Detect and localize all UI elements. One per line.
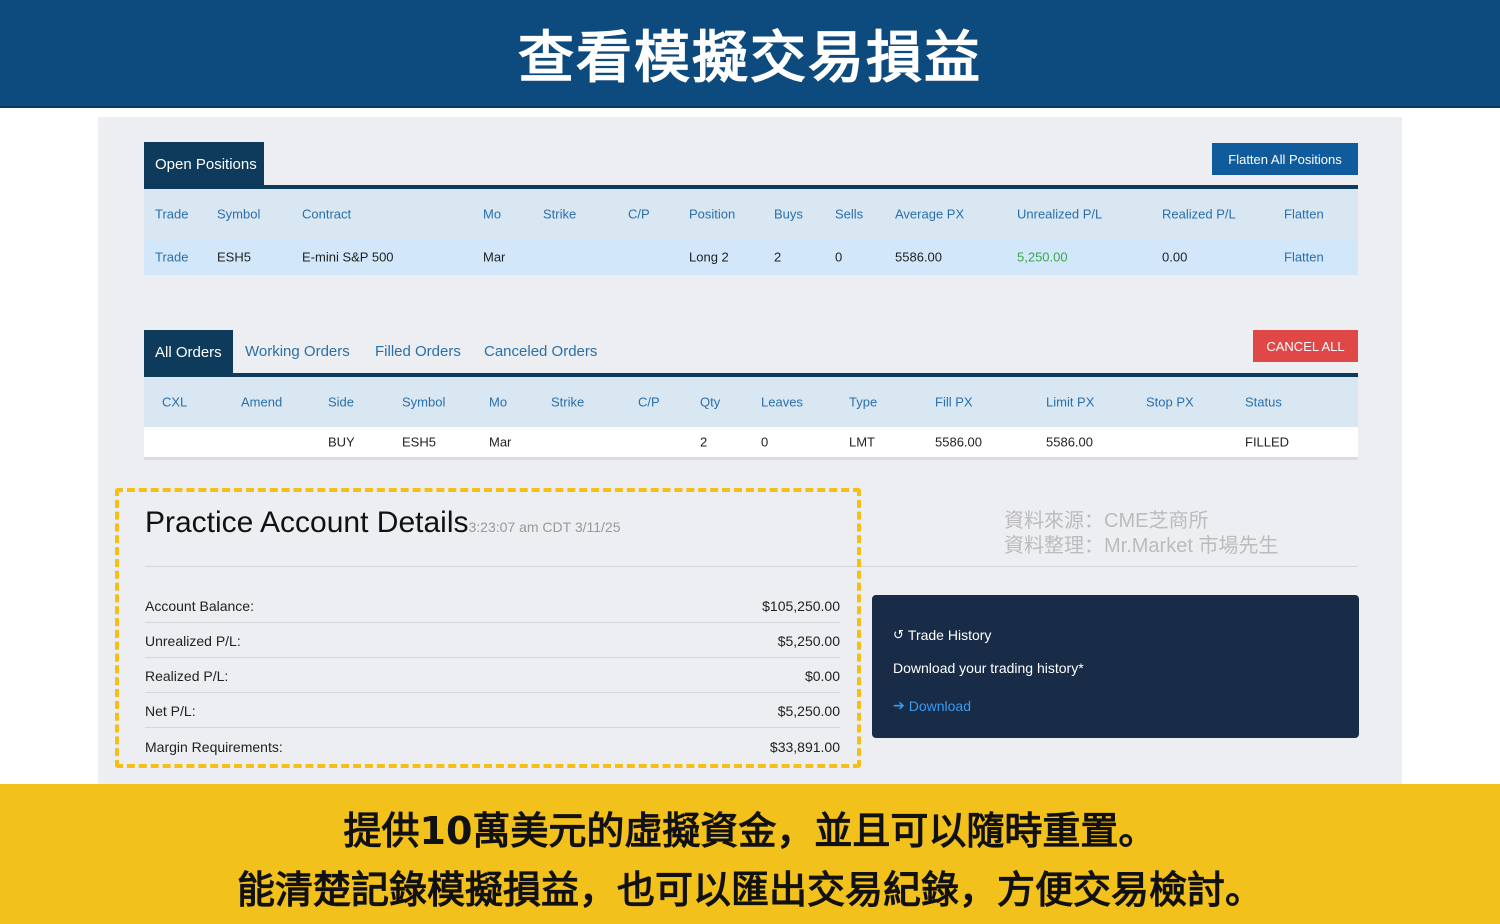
order-status: FILLED: [1245, 434, 1290, 450]
order-mo: Mar: [489, 434, 512, 450]
col-strike: Strike: [551, 394, 585, 410]
trade-link[interactable]: Trade: [155, 250, 188, 265]
tab-working-orders[interactable]: Working Orders: [245, 343, 350, 360]
order-fill-px: 5586.00: [935, 434, 982, 450]
tab-open-positions[interactable]: Open Positions: [144, 142, 264, 186]
col-status: Status: [1245, 394, 1282, 410]
col-position: Position: [689, 206, 736, 222]
footer-caption: 提供10萬美元的虛擬資金，並且可以隨時重置。 能清楚記錄模擬損益，也可以匯出交易…: [0, 784, 1500, 924]
order-side: BUY: [328, 434, 355, 450]
col-mo: Mo: [483, 206, 502, 222]
col-cp: C/P: [628, 206, 650, 222]
col-trade: Trade: [155, 206, 189, 222]
col-buys: Buys: [774, 206, 803, 222]
orders-table-header: CXL Amend Side Symbol Mo Strike C/P Qty …: [144, 377, 1358, 427]
download-link[interactable]: ➔ Download: [893, 697, 971, 714]
col-qty: Qty: [700, 394, 721, 410]
col-symbol: Symbol: [217, 206, 261, 222]
position-sells: 0: [835, 249, 843, 265]
highlight-dashed-box: [115, 488, 861, 768]
tab-filled-orders[interactable]: Filled Orders: [375, 343, 461, 360]
flatten-link[interactable]: Flatten: [1284, 250, 1324, 265]
col-side: Side: [328, 394, 355, 410]
order-type: LMT: [849, 434, 875, 450]
cancel-all-button[interactable]: CANCEL ALL: [1253, 330, 1358, 362]
tab-all-orders[interactable]: All Orders: [144, 330, 233, 374]
top-banner: 查看模擬交易損益: [0, 0, 1500, 108]
arrow-right-icon: ➔: [893, 697, 905, 713]
footer-line-1: 提供10萬美元的虛擬資金，並且可以隨時重置。: [343, 809, 1157, 853]
flatten-all-positions-button[interactable]: Flatten All Positions: [1212, 143, 1358, 175]
col-realized-pl: Realized P/L: [1162, 206, 1236, 222]
order-leaves: 0: [761, 434, 769, 450]
position-mo: Mar: [483, 249, 506, 265]
order-symbol: ESH5: [402, 434, 436, 450]
trade-history-title: Trade History: [907, 627, 992, 643]
col-fill-px: Fill PX: [935, 394, 973, 410]
position-symbol: ESH5: [217, 249, 251, 265]
position-qty: Long 2: [689, 249, 729, 265]
history-icon: ↺: [893, 627, 904, 642]
col-symbol: Symbol: [402, 394, 446, 410]
col-contract: Contract: [302, 206, 352, 222]
order-limit-px: 5586.00: [1046, 434, 1093, 450]
positions-table-header: Trade Symbol Contract Mo Strike C/P Posi…: [144, 189, 1358, 239]
col-unrealized-pl: Unrealized P/L: [1017, 206, 1103, 222]
position-contract: E-mini S&P 500: [302, 249, 394, 265]
trade-history-description: Download your trading history*: [893, 660, 1084, 676]
table-row: BUY ESH5 Mar 2 0 LMT 5586.00 5586.00 FIL…: [144, 427, 1358, 460]
col-mo: Mo: [489, 394, 508, 410]
position-average-px: 5586.00: [895, 249, 942, 265]
banner-title: 查看模擬交易損益: [518, 25, 982, 91]
col-leaves: Leaves: [761, 394, 803, 410]
col-cp: C/P: [638, 394, 660, 410]
table-row: Trade ESH5 E-mini S&P 500 Mar Long 2 2 0…: [144, 239, 1358, 275]
col-average-px: Average PX: [895, 206, 965, 222]
trade-history-card: ↺ Trade History Download your trading hi…: [872, 595, 1359, 738]
download-label: Download: [908, 697, 971, 714]
position-buys: 2: [774, 249, 782, 265]
tab-canceled-orders[interactable]: Canceled Orders: [484, 343, 597, 360]
col-flatten: Flatten: [1284, 206, 1324, 222]
position-unrealized-pl: 5,250.00: [1017, 249, 1068, 265]
col-limit-px: Limit PX: [1046, 394, 1095, 410]
footer-line-2: 能清楚記錄模擬損益，也可以匯出交易紀錄，方便交易檢討。: [236, 868, 1263, 912]
col-cxl: CXL: [162, 394, 188, 410]
trade-history-heading: ↺ Trade History: [893, 627, 991, 643]
col-strike: Strike: [543, 206, 577, 222]
col-type: Type: [849, 394, 878, 410]
order-qty: 2: [700, 434, 708, 450]
position-realized-pl: 0.00: [1162, 249, 1188, 265]
col-stop-px: Stop PX: [1146, 394, 1194, 410]
source-line-2: 資料整理：Mr.Market 市場先生: [1004, 535, 1279, 557]
col-sells: Sells: [835, 206, 864, 222]
col-amend: Amend: [241, 394, 283, 410]
